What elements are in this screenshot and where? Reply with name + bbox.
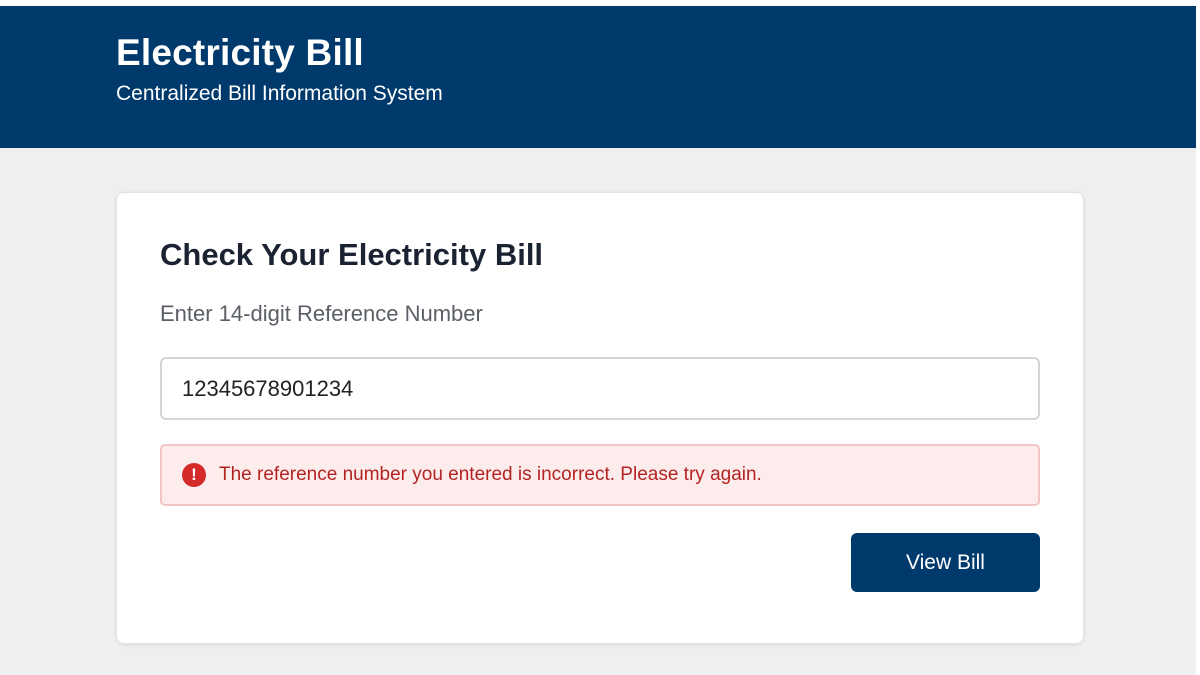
error-message: The reference number you entered is inco…: [219, 464, 762, 485]
site-header: Electricity Bill Centralized Bill Inform…: [0, 6, 1196, 148]
reference-number-label: Enter 14-digit Reference Number: [160, 301, 483, 326]
site-subtitle: Centralized Bill Information System: [116, 82, 443, 105]
site-title: Electricity Bill: [116, 32, 364, 73]
bill-check-card: Check Your Electricity Bill Enter 14-dig…: [116, 192, 1084, 644]
exclamation-circle-icon: !: [182, 463, 206, 487]
card-title: Check Your Electricity Bill: [160, 237, 544, 272]
view-bill-button[interactable]: View Bill: [851, 533, 1040, 592]
reference-number-input[interactable]: [160, 357, 1040, 420]
right-edge: [1196, 6, 1200, 675]
error-alert: ! The reference number you entered is in…: [160, 444, 1040, 506]
